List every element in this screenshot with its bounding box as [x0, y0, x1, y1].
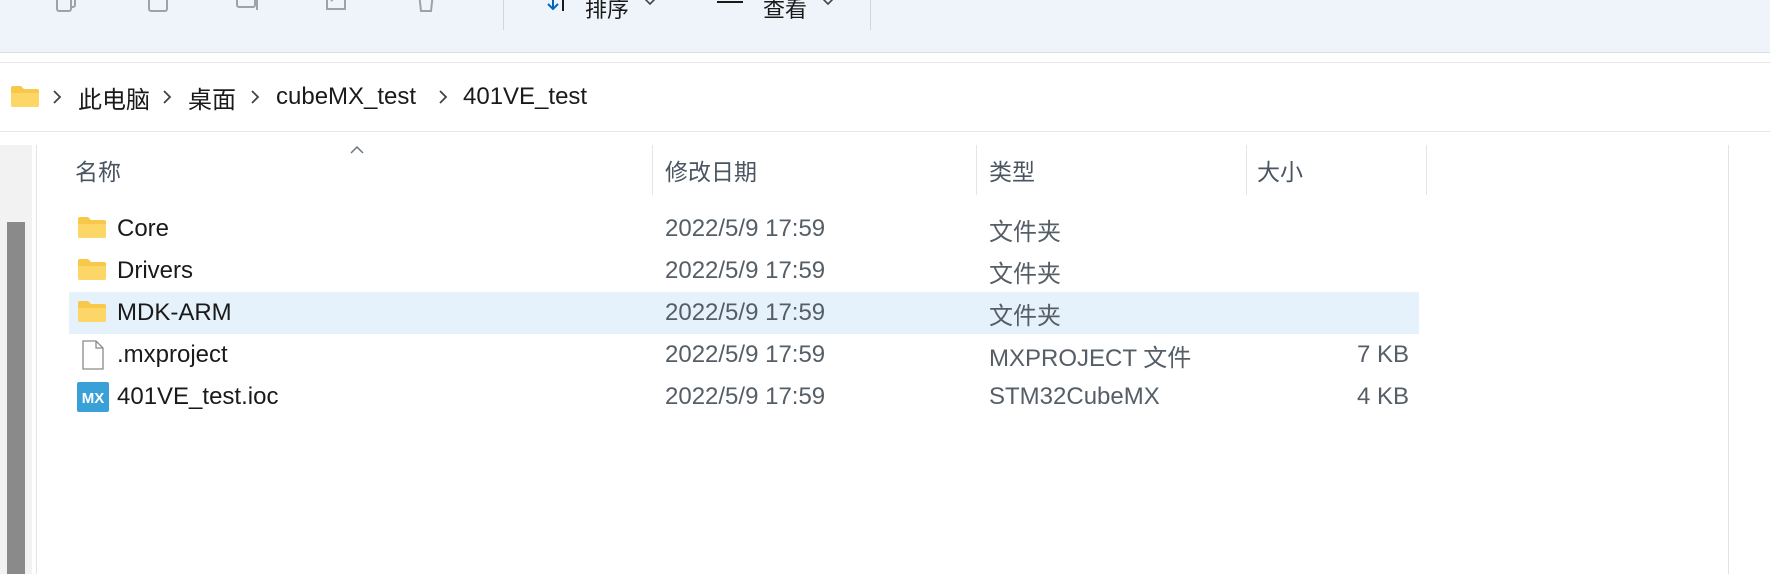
chevron-right-icon[interactable] — [52, 63, 62, 131]
chevron-right-icon[interactable] — [250, 63, 260, 131]
view-icon[interactable] — [712, 0, 748, 18]
view-button[interactable]: 查看 — [763, 0, 807, 24]
folder-icon — [10, 84, 40, 113]
svg-text:MX: MX — [82, 390, 105, 407]
command-bar: 排序 查看 ··· — [0, 0, 1770, 53]
file-date: 2022/5/9 17:59 — [665, 383, 826, 410]
file-row-core[interactable]: Core 2022/5/9 17:59 文件夹 — [69, 208, 1419, 250]
file-name: Drivers — [117, 257, 193, 284]
delete-icon[interactable] — [408, 0, 444, 18]
file-type: 文件夹 — [989, 218, 1061, 246]
breadcrumb-this-pc[interactable]: 此电脑 — [78, 63, 150, 131]
column-divider[interactable] — [976, 145, 977, 195]
file-date: 2022/5/9 17:59 — [665, 299, 826, 326]
toolbar-separator — [503, 0, 504, 30]
file-name: MDK-ARM — [117, 299, 232, 326]
file-date: 2022/5/9 17:59 — [665, 215, 826, 242]
column-header-row: 名称 修改日期 类型 大小 — [38, 145, 1728, 195]
breadcrumb-current-folder[interactable]: 401VE_test — [463, 63, 587, 131]
file-name: .mxproject — [117, 341, 228, 368]
share-icon[interactable] — [318, 0, 354, 18]
file-size: 4 KB — [1356, 383, 1409, 410]
cubemx-icon: MX — [77, 382, 109, 412]
file-row-mxproject[interactable]: .mxproject 2022/5/9 17:59 MXPROJECT 文件 7… — [69, 334, 1419, 376]
file-type: STM32CubeMX — [989, 383, 1160, 410]
scrollbar-thumb[interactable] — [7, 222, 25, 574]
file-name: Core — [117, 215, 170, 242]
file-row-drivers[interactable]: Drivers 2022/5/9 17:59 文件夹 — [69, 250, 1419, 292]
paste-icon[interactable] — [140, 0, 176, 18]
column-header-name[interactable]: 名称 — [75, 145, 121, 195]
toolbar-separator — [870, 0, 871, 30]
file-size: 7 KB — [1356, 341, 1409, 368]
file-date: 2022/5/9 17:59 — [665, 341, 826, 368]
column-divider[interactable] — [1426, 145, 1427, 195]
file-name: 401VE_test.ioc — [117, 383, 279, 410]
more-options-button[interactable]: ··· — [900, 0, 931, 14]
folder-icon — [77, 256, 107, 286]
column-divider[interactable] — [1246, 145, 1247, 195]
file-type: 文件夹 — [989, 302, 1061, 330]
breadcrumb-cubemx-test[interactable]: cubeMX_test — [276, 63, 416, 131]
column-header-date[interactable]: 修改日期 — [665, 145, 757, 195]
sort-icon[interactable] — [540, 0, 576, 18]
file-row-mdk-arm[interactable]: MDK-ARM 2022/5/9 17:59 文件夹 — [69, 292, 1419, 334]
file-icon — [77, 340, 107, 370]
rename-icon[interactable] — [230, 0, 266, 18]
folder-icon — [77, 298, 107, 328]
column-header-size[interactable]: 大小 — [1257, 145, 1303, 195]
chevron-down-icon[interactable] — [810, 0, 846, 20]
pane-divider — [1728, 145, 1729, 574]
file-type: MXPROJECT 文件 — [989, 344, 1192, 372]
column-header-type[interactable]: 类型 — [989, 145, 1035, 195]
sort-button[interactable]: 排序 — [585, 0, 629, 24]
pane-divider[interactable] — [36, 145, 37, 574]
breadcrumb: 此电脑 桌面 cubeMX_test 401VE_test — [0, 62, 1770, 132]
navigation-pane — [0, 145, 32, 574]
file-type: 文件夹 — [989, 260, 1061, 288]
file-row-ioc[interactable]: MX 401VE_test.ioc 2022/5/9 17:59 STM32Cu… — [69, 376, 1419, 418]
copy-icon[interactable] — [50, 0, 86, 18]
chevron-right-icon[interactable] — [438, 63, 448, 131]
chevron-right-icon[interactable] — [162, 63, 172, 131]
breadcrumb-desktop[interactable]: 桌面 — [188, 63, 236, 131]
chevron-down-icon[interactable] — [632, 0, 668, 20]
folder-icon — [77, 214, 107, 244]
file-date: 2022/5/9 17:59 — [665, 257, 826, 284]
column-divider[interactable] — [652, 145, 653, 195]
